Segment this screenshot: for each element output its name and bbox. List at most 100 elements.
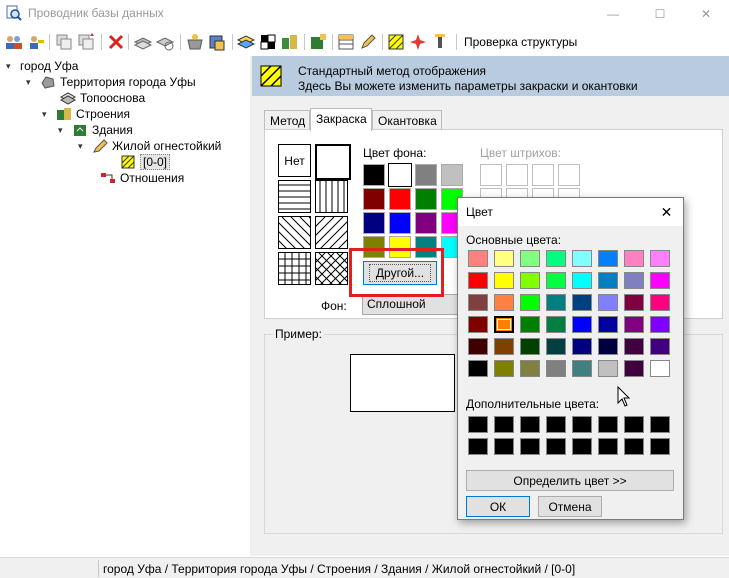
basic-color-swatch[interactable] xyxy=(468,360,488,377)
define-color-button[interactable]: Определить цвет >> xyxy=(466,470,674,491)
expand-toggle-icon[interactable]: ▾ xyxy=(6,61,16,72)
basic-color-swatch[interactable] xyxy=(650,360,670,377)
basic-color-swatch[interactable] xyxy=(598,338,618,355)
tree-item-territory[interactable]: ▾ Территория города Уфы xyxy=(26,74,196,90)
basic-color-swatch[interactable] xyxy=(624,294,644,311)
pencil-icon[interactable] xyxy=(358,32,378,52)
tree-item-range[interactable]: [0-0] xyxy=(106,154,171,170)
basic-color-swatch[interactable] xyxy=(572,338,592,355)
tree-item-residential[interactable]: ▾ Жилой огнестойкий xyxy=(78,138,221,154)
bg-color-swatch[interactable] xyxy=(363,164,385,186)
bg-color-swatch[interactable] xyxy=(415,212,437,234)
bg-color-swatch[interactable] xyxy=(389,188,411,210)
pot-icon[interactable] xyxy=(185,32,205,52)
custom-color-swatch[interactable] xyxy=(468,438,488,455)
minimize-button[interactable]: — xyxy=(590,0,636,28)
sparkle-icon[interactable] xyxy=(408,32,428,52)
expand-toggle-icon[interactable]: ▾ xyxy=(78,141,88,152)
maximize-button[interactable]: ☐ xyxy=(637,0,683,28)
users-icon[interactable] xyxy=(4,32,24,52)
basic-color-swatch[interactable] xyxy=(624,360,644,377)
tree-item-topobase[interactable]: Топооснова xyxy=(46,90,145,106)
checker-icon[interactable] xyxy=(258,32,278,52)
basic-color-swatch[interactable] xyxy=(546,294,566,311)
basic-color-swatch[interactable] xyxy=(624,250,644,267)
custom-color-swatch[interactable] xyxy=(598,438,618,455)
basic-color-swatch[interactable] xyxy=(572,360,592,377)
layers-edit-icon[interactable] xyxy=(207,32,227,52)
bg-color-swatch[interactable] xyxy=(389,212,411,234)
basic-color-swatch[interactable] xyxy=(520,316,540,333)
layer-refresh-icon[interactable] xyxy=(155,32,175,52)
expand-toggle-icon[interactable]: ▾ xyxy=(58,125,68,136)
bg-color-swatch[interactable] xyxy=(389,236,411,258)
delete-icon[interactable] xyxy=(106,32,126,52)
horizontal-hatch-pattern[interactable] xyxy=(278,180,311,213)
basic-color-swatch[interactable] xyxy=(494,338,514,355)
move-layers-icon[interactable] xyxy=(76,32,96,52)
tree-item-relations[interactable]: Отношения xyxy=(86,170,184,186)
custom-color-swatch[interactable] xyxy=(572,416,592,433)
tab-fill[interactable]: Закраска xyxy=(310,108,372,131)
basic-color-swatch[interactable] xyxy=(598,272,618,289)
diagonal-down-hatch-pattern[interactable] xyxy=(278,216,311,249)
tree-item-buildings[interactable]: ▾ Здания xyxy=(58,122,133,138)
tree-item-buildings-group[interactable]: ▾ Строения xyxy=(42,106,130,122)
basic-color-swatch[interactable] xyxy=(546,250,566,267)
basic-color-swatch[interactable] xyxy=(624,316,644,333)
custom-color-swatch[interactable] xyxy=(546,438,566,455)
bg-color-swatch[interactable] xyxy=(363,236,385,258)
basic-color-swatch[interactable] xyxy=(650,338,670,355)
basic-color-swatch[interactable] xyxy=(650,272,670,289)
building-add-icon[interactable] xyxy=(308,32,328,52)
tab-method[interactable]: Метод xyxy=(264,110,310,130)
custom-color-swatch[interactable] xyxy=(598,416,618,433)
basic-color-swatch[interactable] xyxy=(624,272,644,289)
basic-color-swatch[interactable] xyxy=(494,250,514,267)
close-button[interactable]: ✕ xyxy=(683,0,729,28)
basic-color-swatch[interactable] xyxy=(494,360,514,377)
basic-color-swatch[interactable] xyxy=(494,294,514,311)
bg-color-swatch[interactable] xyxy=(415,164,437,186)
bg-color-swatch[interactable] xyxy=(415,188,437,210)
ok-button[interactable]: ОК xyxy=(466,496,530,517)
basic-color-swatch[interactable] xyxy=(572,272,592,289)
no-fill-button[interactable]: Нет xyxy=(278,144,311,177)
basic-color-swatch[interactable] xyxy=(572,294,592,311)
basic-color-swatch[interactable] xyxy=(468,316,488,333)
solid-pattern[interactable] xyxy=(315,144,351,180)
custom-color-swatch[interactable] xyxy=(468,416,488,433)
dialog-close-button[interactable]: ✕ xyxy=(650,198,683,226)
basic-color-swatch[interactable] xyxy=(468,338,488,355)
basic-color-swatch[interactable] xyxy=(546,272,566,289)
basic-color-swatch[interactable] xyxy=(546,338,566,355)
user-key-icon[interactable] xyxy=(26,32,46,52)
custom-color-swatch[interactable] xyxy=(494,416,514,433)
tab-outline[interactable]: Окантовка xyxy=(372,110,442,130)
bg-color-swatch[interactable] xyxy=(441,164,463,186)
bg-color-swatch[interactable] xyxy=(363,188,385,210)
custom-color-swatch[interactable] xyxy=(520,438,540,455)
basic-color-swatch[interactable] xyxy=(520,294,540,311)
basic-color-swatch[interactable] xyxy=(468,272,488,289)
basic-color-swatch[interactable] xyxy=(520,250,540,267)
basic-color-swatch[interactable] xyxy=(572,250,592,267)
basic-color-swatch[interactable] xyxy=(598,360,618,377)
basic-color-swatch[interactable] xyxy=(520,272,540,289)
stack-icon[interactable] xyxy=(236,32,256,52)
basic-color-swatch[interactable] xyxy=(650,294,670,311)
basic-color-swatch[interactable] xyxy=(598,316,618,333)
cancel-button[interactable]: Отмена xyxy=(538,496,602,517)
expand-toggle-icon[interactable]: ▾ xyxy=(42,109,52,120)
basic-color-swatch[interactable] xyxy=(650,250,670,267)
background-select[interactable]: Сплошной xyxy=(362,294,472,315)
hatch-fill-icon[interactable] xyxy=(386,32,406,52)
basic-color-swatch[interactable] xyxy=(598,250,618,267)
basic-color-swatch[interactable] xyxy=(624,338,644,355)
tree-item-city[interactable]: ▾ город Уфа xyxy=(6,58,78,74)
bg-color-swatch[interactable] xyxy=(415,236,437,258)
buildings-icon[interactable] xyxy=(280,32,300,52)
bg-color-swatch[interactable] xyxy=(363,212,385,234)
custom-color-swatch[interactable] xyxy=(650,416,670,433)
vertical-hatch-pattern[interactable] xyxy=(315,180,348,213)
